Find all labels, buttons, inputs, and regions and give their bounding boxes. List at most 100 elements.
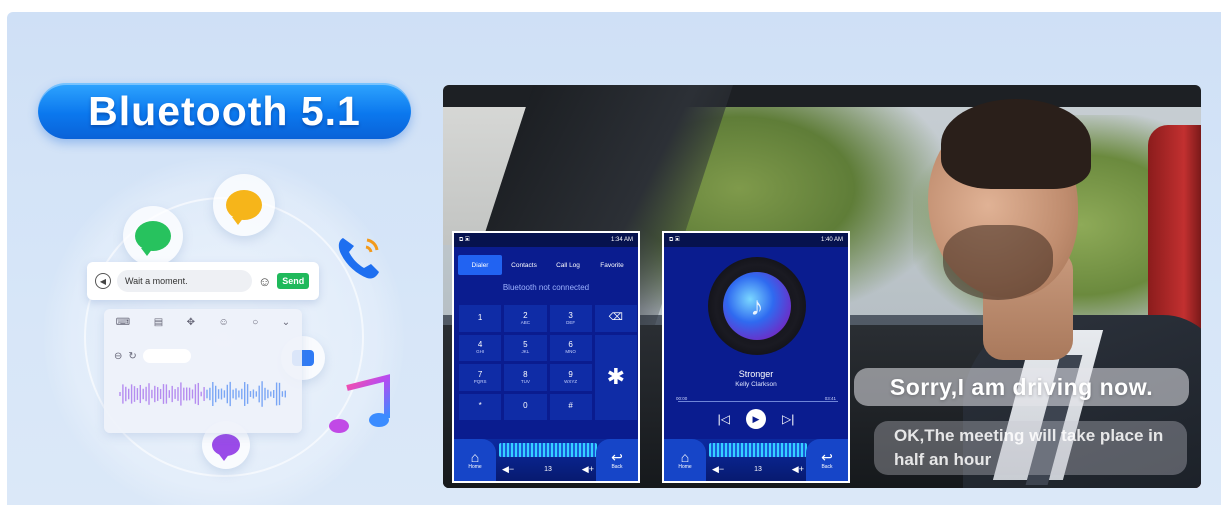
driving-message-bubble: Sorry,I am driving now.: [854, 368, 1189, 406]
progress-bar[interactable]: [678, 401, 838, 402]
key-digit: 0: [523, 401, 528, 411]
keypad-key[interactable]: 9 WXYZ: [549, 364, 592, 391]
key-digit: 1: [477, 312, 483, 322]
voice-waveform: [119, 381, 287, 407]
keypad-key[interactable]: 7 PQRS: [459, 364, 502, 391]
home-icon: ⌂: [680, 449, 690, 465]
key-digit: 7: [477, 369, 483, 379]
back-icon: ↩: [821, 449, 833, 465]
volume-meter: [709, 443, 807, 457]
bottom-bar: ⌂ Home ◀− 13 ◀+ ↩ Back: [454, 439, 638, 481]
playback-controls: |◁ ▶ ▷|: [664, 409, 848, 429]
dialer-screen: ⧉ ▣ 1:34 AM Dialer Contacts Call Log Favori…: [452, 231, 640, 483]
keyboard-panel: ⌨ ▤ ✥ ☺ ○ ⌄ ⊖ ↻: [104, 309, 302, 433]
back-label: Back: [821, 464, 833, 470]
key-digit: *: [478, 401, 482, 411]
keypad-key[interactable]: #: [549, 393, 592, 420]
volume-up-icon[interactable]: ◀+: [582, 464, 594, 475]
key-digit: 8: [523, 369, 528, 379]
volume-row: ◀− 13 ◀+: [502, 464, 594, 475]
volume-down-icon[interactable]: ◀−: [502, 464, 514, 475]
send-button[interactable]: Send: [277, 273, 310, 289]
volume-up-icon[interactable]: ◀+: [792, 464, 804, 475]
lock-icon[interactable]: ⊖: [114, 351, 122, 362]
previous-icon[interactable]: |◁: [718, 412, 730, 426]
keypad-key[interactable]: *: [459, 393, 502, 420]
keypad-key[interactable]: 3 DEF: [549, 305, 592, 332]
yellow-chat-icon: [213, 174, 275, 236]
key-digit: 6: [568, 340, 573, 349]
suggestion-pill[interactable]: [142, 349, 191, 363]
key-digit: #: [568, 401, 573, 411]
home-label: Home: [468, 464, 482, 470]
volume-meter: [499, 443, 597, 457]
backspace-icon[interactable]: ⌫: [594, 305, 637, 332]
collapse-icon[interactable]: ⌄: [282, 317, 290, 333]
key-digit: 9: [568, 369, 573, 379]
emoji-icon[interactable]: ☺: [258, 274, 271, 289]
play-button[interactable]: ▶: [746, 409, 766, 429]
keypad-key[interactable]: 4 GHI: [459, 334, 502, 361]
volume-down-icon[interactable]: ◀−: [712, 464, 724, 475]
volume-row: ◀− 13 ◀+: [712, 464, 804, 475]
back-button[interactable]: ↩ Back: [806, 439, 848, 481]
home-button[interactable]: ⌂ Home: [454, 439, 496, 481]
phone-call-icon: [338, 238, 379, 279]
key-letters: DEF: [566, 319, 576, 325]
key-letters: WXYZ: [564, 378, 578, 384]
key-digit: 3: [568, 310, 573, 320]
home-button[interactable]: ⌂ Home: [664, 439, 706, 481]
status-bar: ⧉ ▣ 1:34 AM: [454, 233, 638, 247]
next-icon[interactable]: ▷|: [782, 412, 794, 426]
keypad-key[interactable]: 6 MNO: [549, 334, 592, 361]
driver-beard: [943, 225, 1053, 300]
key-letters: MNO: [565, 349, 576, 354]
keypad-key[interactable]: 5 JKL: [504, 334, 547, 361]
bluetooth-icon[interactable]: ✱: [594, 334, 637, 420]
keypad-key[interactable]: 0: [504, 393, 547, 420]
tab-call-log[interactable]: Call Log: [546, 255, 590, 275]
clipboard-icon[interactable]: ▤: [154, 317, 163, 333]
tab-contacts[interactable]: Contacts: [502, 255, 546, 275]
smiley-icon[interactable]: ☺: [219, 317, 229, 333]
back-button[interactable]: ↩ Back: [596, 439, 638, 481]
meeting-message-bubble: OK,The meeting will take place in half a…: [874, 421, 1187, 475]
status-time: 1:40 AM: [820, 237, 843, 243]
dialer-tabs: Dialer Contacts Call Log Favorite: [458, 255, 634, 275]
driver-hair: [941, 99, 1091, 189]
keyboard-icon[interactable]: ⌨: [116, 317, 130, 333]
volume-value: 13: [544, 466, 552, 473]
volume-value: 13: [754, 466, 762, 473]
back-label: Back: [611, 464, 623, 470]
music-note-icon: [329, 374, 390, 433]
driver-photo: ⧉ ▣ 1:34 AM Dialer Contacts Call Log Favori…: [443, 85, 1201, 488]
message-input[interactable]: Wait a moment.: [117, 270, 252, 292]
key-digit: 2: [523, 310, 528, 320]
cursor-move-icon[interactable]: ✥: [187, 317, 195, 333]
bottom-bar: ⌂ Home ◀− 13 ◀+ ↩ Back: [664, 439, 848, 481]
green-chat-icon: [123, 206, 183, 266]
chat-input-bar: ◀ Wait a moment. ☺ Send: [87, 262, 319, 300]
refresh-icon[interactable]: ↻: [128, 351, 136, 362]
voice-icon[interactable]: ◀: [95, 273, 111, 289]
status-time: 1:34 AM: [610, 237, 633, 243]
keypad-key[interactable]: 8 TUV: [504, 364, 547, 391]
status-bar: ⧉ ▣ 1:40 AM: [664, 233, 848, 247]
music-player-screen: ⧉ ▣ 1:40 AM ♪ Stronger Kelly Clarkson 00…: [662, 231, 850, 483]
keyboard-row: ⊖ ↻: [114, 349, 191, 363]
keypad-key[interactable]: 2 ABC: [504, 305, 547, 332]
key-letters: TUV: [520, 378, 530, 384]
song-title: Stronger: [738, 369, 774, 379]
keyboard-toolbar: ⌨ ▤ ✥ ☺ ○ ⌄: [104, 317, 302, 333]
search-icon[interactable]: ○: [252, 317, 258, 333]
banner: Bluetooth 5.1 ◀ Wait a moment. ☺ Send ⌨ …: [7, 12, 1221, 505]
tab-favorite[interactable]: Favorite: [590, 255, 634, 275]
window-icon: ⧉ ▣: [459, 236, 470, 243]
artist-name: Kelly Clarkson: [735, 381, 777, 388]
tab-dialer[interactable]: Dialer: [458, 255, 502, 275]
key-letters: PQRS: [473, 378, 487, 384]
bluetooth-status: Bluetooth not connected: [502, 283, 590, 292]
home-label: Home: [678, 464, 692, 470]
guitar-art-icon: ♪: [723, 272, 791, 340]
keypad-key[interactable]: 1: [459, 305, 502, 332]
